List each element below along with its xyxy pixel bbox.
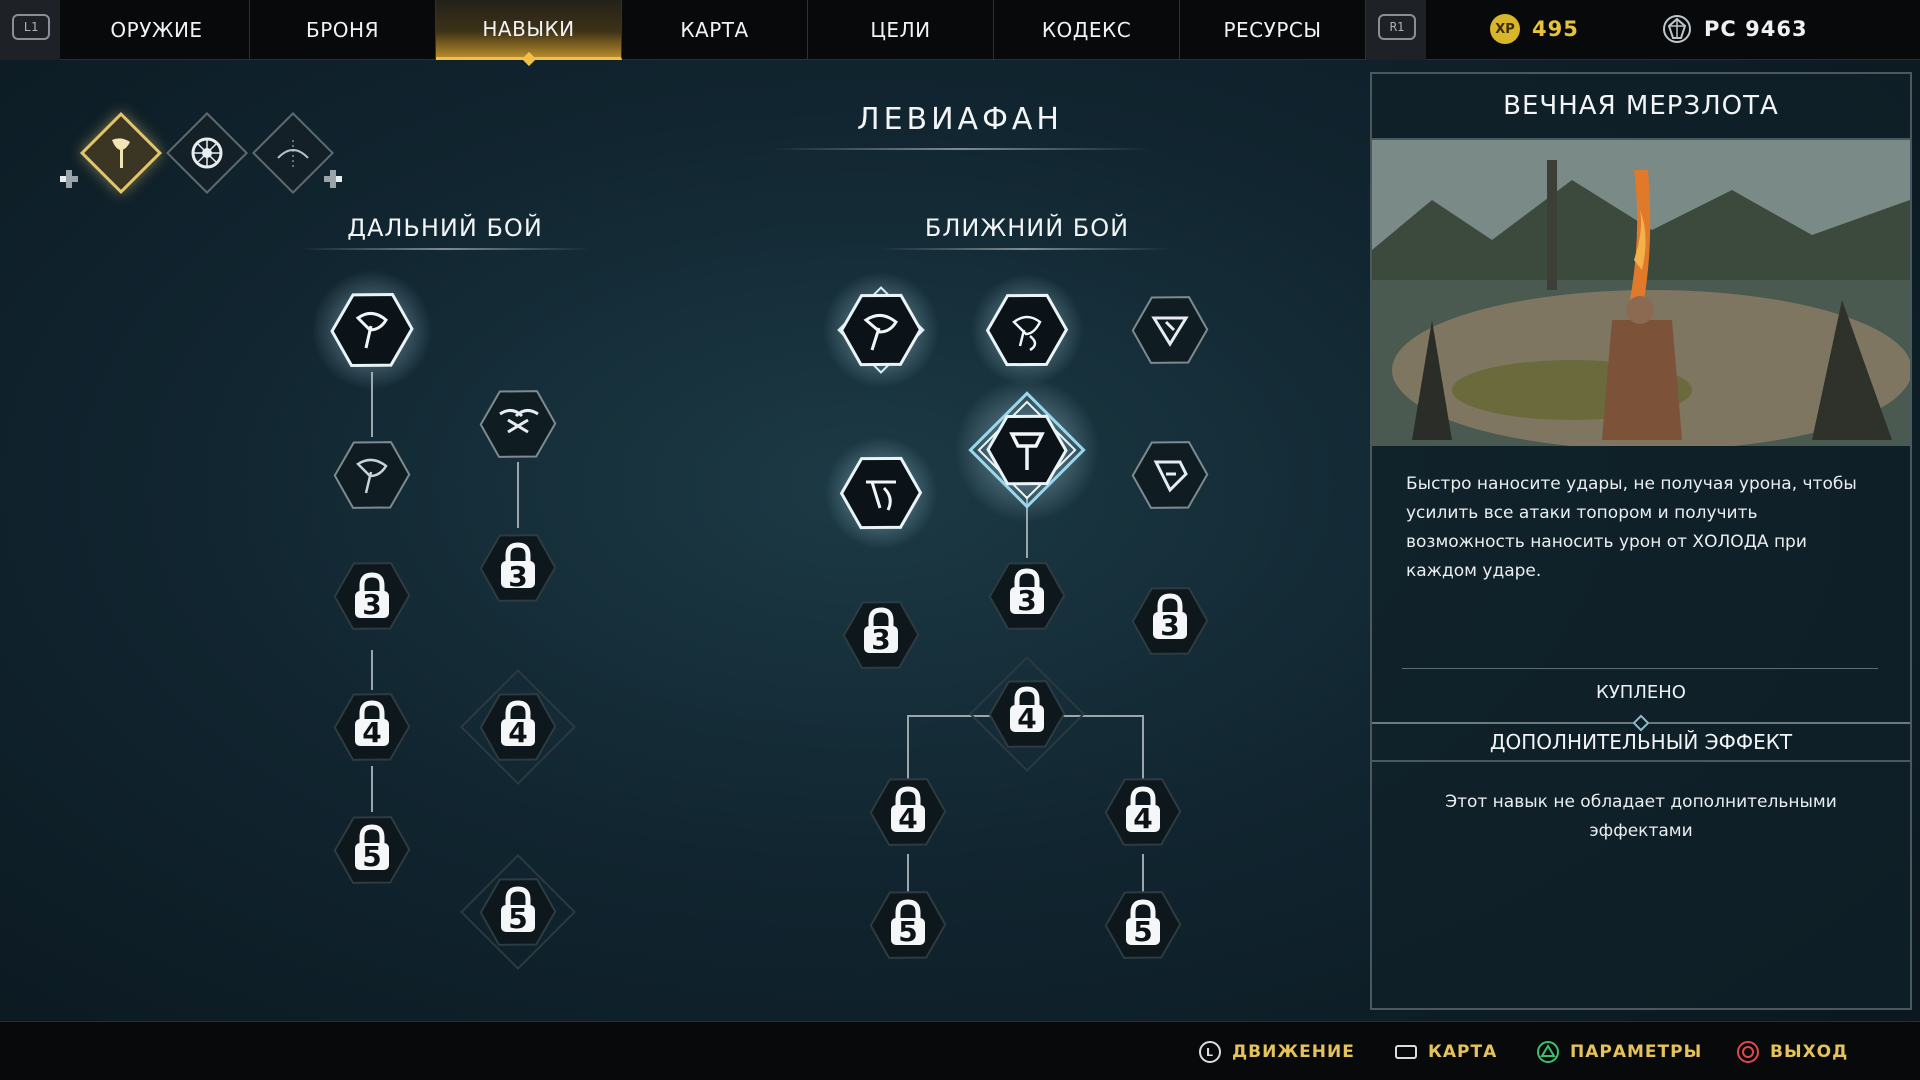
right-bumper-slot: R1 xyxy=(1366,0,1426,60)
footer-exit[interactable]: ВЫХОД xyxy=(1736,1040,1848,1064)
extra-effect-diamond-icon xyxy=(1632,714,1650,732)
footer-options[interactable]: ПАРАМЕТРЫ xyxy=(1536,1040,1702,1064)
lock-level-melee-b: 3 xyxy=(1017,584,1036,617)
lock-level-melee-c: 3 xyxy=(1160,609,1179,642)
lock-level-melee-d: 4 xyxy=(1017,702,1036,735)
skill-preview-image xyxy=(1372,140,1910,446)
skill-preview-scene xyxy=(1372,140,1910,446)
skill-description: Быстро наносите удары, не получая урона,… xyxy=(1406,474,1857,581)
skill-ranged-2[interactable] xyxy=(325,426,418,524)
lock-level-melee-h: 5 xyxy=(1133,915,1152,948)
lock-level-ranged-b: 3 xyxy=(508,560,527,593)
footer-map-label: КАРТА xyxy=(1428,1042,1498,1062)
left-stick-icon: L xyxy=(1199,1041,1221,1063)
skill-melee-4[interactable] xyxy=(825,437,937,549)
xp-counter: XP 495 xyxy=(1490,14,1579,44)
svg-text:L: L xyxy=(1206,1046,1214,1059)
footer-exit-label: ВЫХОД xyxy=(1770,1042,1849,1062)
lock-level-melee-e: 4 xyxy=(898,802,917,835)
touchpad-icon xyxy=(1395,1045,1417,1059)
skill-ranged-3[interactable] xyxy=(471,375,564,473)
hacksilver-counter: РС 9463 xyxy=(1662,14,1808,44)
hacksilver-value: РС 9463 xyxy=(1704,17,1808,41)
skill-melee-3[interactable] xyxy=(1123,281,1216,379)
skill-title: ВЕЧНАЯ МЕРЗЛОТА xyxy=(1372,74,1910,140)
extra-effect-header: ДОПОЛНИТЕЛЬНЫЙ ЭФФЕКТ xyxy=(1372,714,1910,762)
lock-level-ranged-f: 5 xyxy=(508,902,527,935)
circle-button-icon xyxy=(1737,1041,1759,1063)
lock-level-melee-f: 4 xyxy=(1133,802,1152,835)
footer-move[interactable]: L ДВИЖЕНИЕ xyxy=(1198,1040,1355,1064)
r1-bumper-icon[interactable]: R1 xyxy=(1378,14,1416,40)
footer-options-label: ПАРАМЕТРЫ xyxy=(1570,1042,1703,1062)
skill-ranged-1[interactable] xyxy=(312,270,432,390)
skill-melee-6[interactable] xyxy=(1123,426,1216,524)
skill-melee-1[interactable] xyxy=(823,272,939,388)
skill-melee-2[interactable] xyxy=(971,274,1083,386)
skill-status: КУПЛЕНО xyxy=(1596,682,1686,703)
triangle-button-icon xyxy=(1537,1041,1559,1063)
panel-divider xyxy=(1402,668,1878,669)
skill-tree: 3 3 4 4 5 5 3 3 3 4 4 4 5 5 xyxy=(312,270,1216,970)
footer-map[interactable]: КАРТА xyxy=(1394,1040,1497,1064)
footer-bar: L ДВИЖЕНИЕ КАРТА ПАРАМЕТРЫ ВЫХОД xyxy=(0,1021,1920,1080)
lock-level-ranged-a: 3 xyxy=(362,588,381,621)
hacksilver-icon xyxy=(1663,15,1691,43)
xp-icon: XP xyxy=(1490,14,1520,44)
extra-effect-heading: ДОПОЛНИТЕЛЬНЫЙ ЭФФЕКТ xyxy=(1489,730,1793,754)
lock-level-ranged-d: 4 xyxy=(508,716,527,749)
skill-melee-selected-permafrost[interactable] xyxy=(955,378,1099,522)
lock-level-ranged-c: 4 xyxy=(362,716,381,749)
lock-level-melee-g: 5 xyxy=(898,915,917,948)
xp-value: 495 xyxy=(1532,17,1579,41)
skill-detail-panel: ВЕЧНАЯ МЕРЗЛОТА Быстро наносите удары, н… xyxy=(1370,72,1912,1010)
extra-effect-text: Этот навык не обладает дополнительными э… xyxy=(1445,792,1837,841)
footer-move-label: ДВИЖЕНИЕ xyxy=(1232,1042,1355,1062)
lock-level-melee-a: 3 xyxy=(871,623,890,656)
lock-level-ranged-e: 5 xyxy=(362,840,381,873)
